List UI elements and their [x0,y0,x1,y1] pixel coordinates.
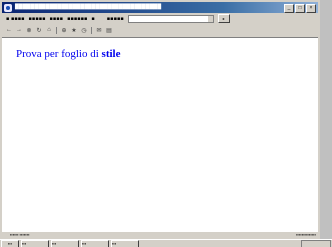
title-bar: ██████████████████████████████████████ _… [2,2,318,13]
menu-item[interactable]: ▪ [91,16,94,22]
address-field[interactable] [127,14,214,23]
browser-window: ██████████████████████████████████████ _… [0,0,332,247]
close-button[interactable]: × [306,4,316,13]
address-dropdown-icon[interactable] [207,15,213,22]
menu-bar: ▪ ▪▪▪▪ ▪▪▪▪▪ ▪▪▪▪ ▪▪▪▪▪▪ ▪ ▪▪▪▪▪ ▸ [2,14,318,23]
window-title: ██████████████████████████████████████ [15,4,162,10]
status-bar: ▪▪▪▪▪▪ ▪▪▪▪▪▪▪ ▪▪▪▪▪▪▪▪▪▪▪▪▪▪ [2,232,318,238]
address-label: ▪▪▪▪▪ [106,15,124,22]
stop-icon[interactable]: ⊗ [26,27,32,34]
system-tray [301,240,331,247]
history-icon[interactable]: ◷ [81,27,87,34]
start-button[interactable]: ▪▪▪ [1,240,19,247]
forward-icon[interactable]: → [16,27,22,33]
status-text: ▪▪▪▪▪▪ ▪▪▪▪▪▪▪ [10,232,30,237]
menu-item[interactable]: ▪▪▪▪▪▪ [67,16,87,22]
taskbar: ▪▪▪ ▪▪▪ ▪▪▪ ▪▪▪ ▪▪▪ [0,239,332,247]
print-icon[interactable]: ▤ [106,27,112,34]
menu-item[interactable]: ▪▪▪▪▪ [29,16,46,22]
go-button[interactable]: ▸ [217,14,230,23]
menu-item[interactable]: ▪▪▪▪ [50,16,64,22]
maximize-button[interactable]: □ [295,4,305,13]
toolbar: ← → ⊗ ↻ ⌂ ⊕ ★ ◷ ✉ ▤ [2,25,318,35]
taskbar-item[interactable]: ▪▪▪ [21,240,49,247]
taskbar-item[interactable]: ▪▪▪ [81,240,109,247]
favorites-icon[interactable]: ★ [71,27,77,34]
home-icon[interactable]: ⌂ [46,27,52,33]
minimize-button[interactable]: _ [284,4,294,13]
menu-item[interactable]: ▪ ▪▪▪▪ [6,16,25,22]
taskbar-item[interactable]: ▪▪▪ [51,240,79,247]
vertical-scrollbar[interactable] [320,0,332,247]
window-controls: _ □ × [284,4,316,13]
page-heading: Prova per foglio di stile [16,48,121,60]
mail-icon[interactable]: ✉ [96,27,102,34]
back-icon[interactable]: ← [6,27,12,33]
heading-text: Prova per foglio di [16,48,102,60]
page-viewport: Prova per foglio di stile [2,37,318,232]
toolbar-separator [56,26,57,34]
browser-logo-icon [4,3,12,12]
search-icon[interactable]: ⊕ [61,27,67,34]
heading-emphasis: stile [101,48,121,60]
refresh-icon[interactable]: ↻ [36,27,42,34]
toolbar-separator [91,26,92,34]
status-zone: ▪▪▪▪▪▪▪▪▪▪▪▪▪▪ [296,232,316,237]
taskbar-item[interactable]: ▪▪▪ [111,240,139,247]
